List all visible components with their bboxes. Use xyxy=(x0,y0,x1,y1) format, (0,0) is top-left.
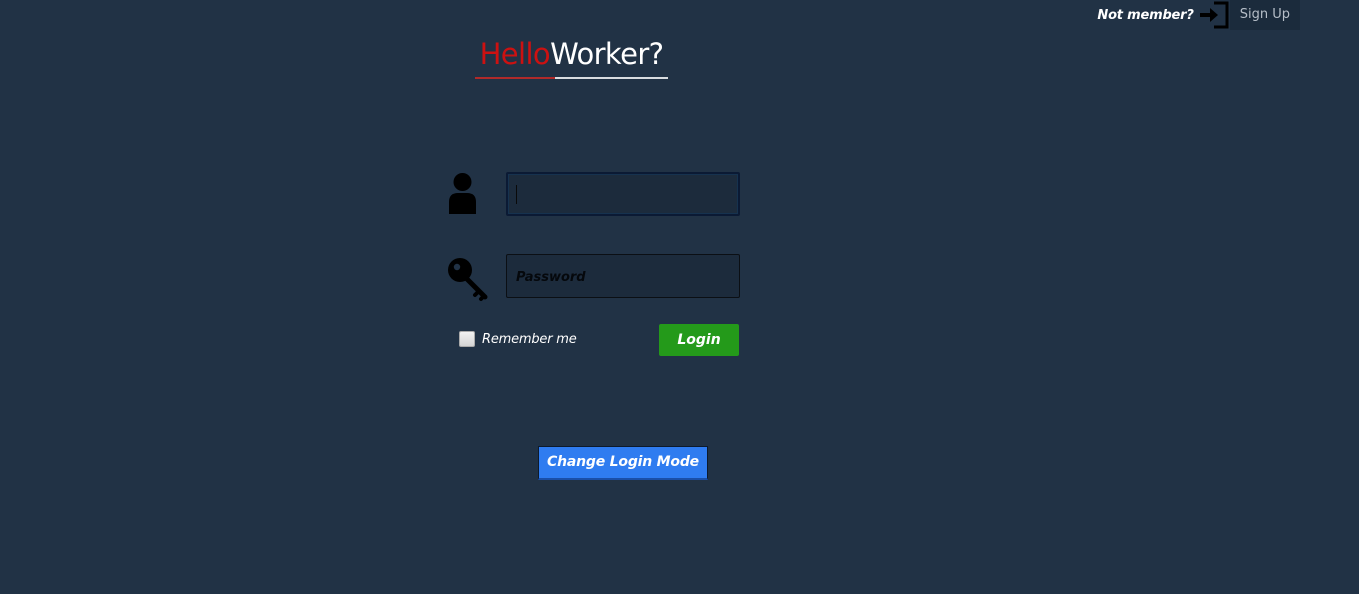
text-caret xyxy=(516,185,517,204)
brand-underline-white xyxy=(555,77,668,79)
brand-hello: Hello xyxy=(479,37,551,71)
password-placeholder: Password xyxy=(516,270,586,285)
remember-me: Remember me xyxy=(459,331,577,347)
key-icon xyxy=(447,257,493,303)
password-input[interactable]: Password xyxy=(506,254,740,298)
brand-underline-red xyxy=(475,77,555,79)
not-member-text: Not member? xyxy=(1097,7,1194,23)
sign-in-icon[interactable] xyxy=(1199,1,1230,29)
remember-me-label: Remember me xyxy=(482,331,577,347)
login-button[interactable]: Login xyxy=(659,324,739,356)
username-input[interactable] xyxy=(506,172,740,216)
brand-worker: Worker? xyxy=(550,37,664,71)
brand-logo: HelloWorker? xyxy=(475,34,668,74)
user-icon xyxy=(447,172,478,216)
remember-me-checkbox[interactable] xyxy=(459,331,475,347)
change-login-mode-button[interactable]: Change Login Mode xyxy=(538,446,708,480)
sign-up-button[interactable]: Sign Up xyxy=(1229,0,1300,30)
top-bar: Not member? Sign Up xyxy=(1097,0,1300,30)
